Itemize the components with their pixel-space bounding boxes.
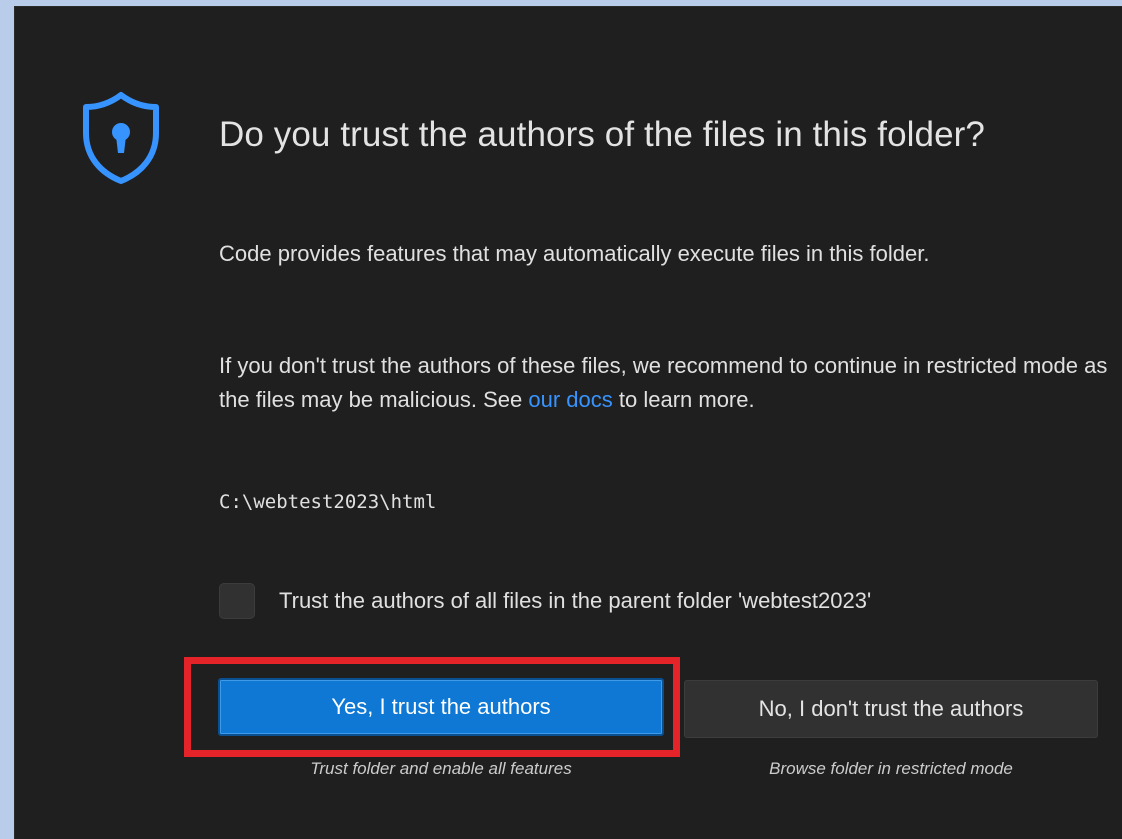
docs-link[interactable]: our docs — [528, 387, 612, 412]
folder-path: C:\webtest2023\html — [219, 491, 437, 513]
trust-dialog: Do you trust the authors of the files in… — [14, 6, 1122, 839]
shield-keyhole-icon — [83, 92, 159, 184]
warning-paragraph: If you don't trust the authors of these … — [219, 349, 1119, 417]
restricted-button-description: Browse folder in restricted mode — [769, 759, 1013, 778]
description-paragraph: Code provides features that may automati… — [219, 241, 930, 266]
dialog-title: Do you trust the authors of the files in… — [219, 115, 985, 154]
trust-button-description: Trust folder and enable all features — [310, 759, 572, 778]
parent-trust-label[interactable]: Trust the authors of all files in the pa… — [279, 588, 871, 614]
parent-trust-checkbox[interactable] — [219, 583, 255, 619]
dont-trust-authors-button[interactable]: No, I don't trust the authors — [684, 680, 1098, 738]
warning-text-end: to learn more. — [612, 387, 755, 412]
trust-authors-button[interactable]: Yes, I trust the authors — [218, 678, 664, 736]
parent-trust-option: Trust the authors of all files in the pa… — [219, 583, 871, 619]
